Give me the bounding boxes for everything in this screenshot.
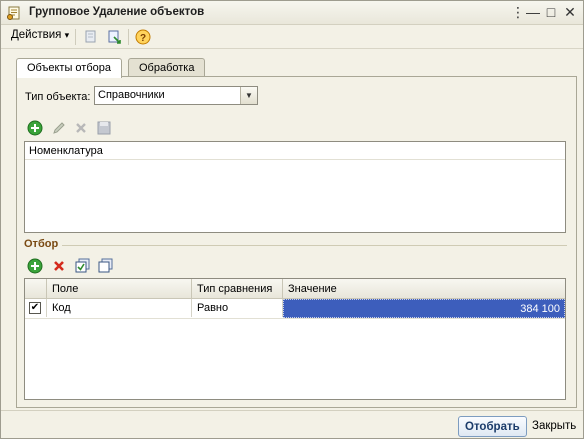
- objects-list[interactable]: Номенклатура: [24, 141, 566, 233]
- form-content: Объекты отбора Обработка Тип объекта: Сп…: [7, 51, 577, 411]
- delete-icon[interactable]: [73, 120, 89, 136]
- minimize-button[interactable]: —: [526, 5, 540, 19]
- comparison-cell[interactable]: Равно: [192, 299, 283, 317]
- select-button[interactable]: Отобрать: [458, 416, 527, 437]
- object-type-label: Тип объекта:: [25, 91, 91, 103]
- tab-selection-objects[interactable]: Объекты отбора: [16, 58, 122, 78]
- title-bar[interactable]: Групповое Удаление объектов ⋮ — □ ✕: [1, 1, 583, 25]
- row-check-cell[interactable]: ✔: [25, 299, 47, 317]
- value-cell[interactable]: 384 100: [283, 299, 565, 318]
- column-header-value[interactable]: Значение: [283, 279, 565, 299]
- main-toolbar: Действия ▾ ?: [1, 25, 583, 49]
- main-window: Групповое Удаление объектов ⋮ — □ ✕ Дейс…: [0, 0, 584, 439]
- delete-icon[interactable]: [51, 258, 67, 274]
- more-icon[interactable]: ⋮: [511, 5, 525, 19]
- bottom-bar: Отобрать Закрыть: [1, 410, 583, 438]
- list-item-label: Номенклатура: [29, 145, 103, 157]
- help-icon[interactable]: ?: [135, 29, 151, 45]
- uncheck-all-icon[interactable]: [98, 258, 114, 274]
- chevron-down-icon: ▾: [64, 30, 70, 40]
- dropdown-arrow-icon[interactable]: ▼: [240, 87, 257, 104]
- check-all-icon[interactable]: [75, 258, 91, 274]
- toolbar-divider: [128, 29, 129, 45]
- table-row[interactable]: ✔ Код Равно 384 100: [25, 299, 565, 319]
- object-type-value: Справочники: [98, 89, 165, 101]
- filter-section-title: Отбор: [24, 238, 59, 250]
- svg-text:?: ?: [140, 33, 146, 44]
- actions-menu[interactable]: Действия ▾: [11, 29, 69, 41]
- delete-mark-icon[interactable]: [83, 29, 99, 45]
- object-type-select[interactable]: Справочники ▼: [94, 86, 258, 105]
- maximize-button[interactable]: □: [544, 5, 558, 19]
- column-header-check: [25, 279, 47, 299]
- field-cell[interactable]: Код: [47, 299, 192, 317]
- row-checkbox[interactable]: ✔: [29, 302, 41, 314]
- close-window-button[interactable]: ✕: [563, 5, 577, 19]
- column-header-comparison[interactable]: Тип сравнения: [192, 279, 283, 299]
- app-form-icon: [7, 6, 20, 20]
- tab-label: Обработка: [139, 62, 195, 74]
- export-icon[interactable]: [107, 29, 123, 45]
- section-divider: [62, 245, 567, 246]
- tab-processing[interactable]: Обработка: [128, 58, 205, 77]
- list-item[interactable]: Номенклатура: [25, 142, 565, 160]
- tab-label: Объекты отбора: [27, 62, 111, 74]
- close-button[interactable]: Закрыть: [526, 416, 582, 437]
- window-title: Групповое Удаление объектов: [29, 6, 205, 18]
- save-icon[interactable]: [96, 120, 112, 136]
- edit-icon[interactable]: [51, 120, 67, 136]
- column-header-field[interactable]: Поле: [47, 279, 192, 299]
- actions-menu-label: Действия: [11, 29, 62, 41]
- add-icon[interactable]: [27, 120, 43, 136]
- filter-table[interactable]: Поле Тип сравнения Значение ✔ Код Равно …: [24, 278, 566, 400]
- toolbar-divider: [75, 29, 76, 45]
- add-icon[interactable]: [27, 258, 43, 274]
